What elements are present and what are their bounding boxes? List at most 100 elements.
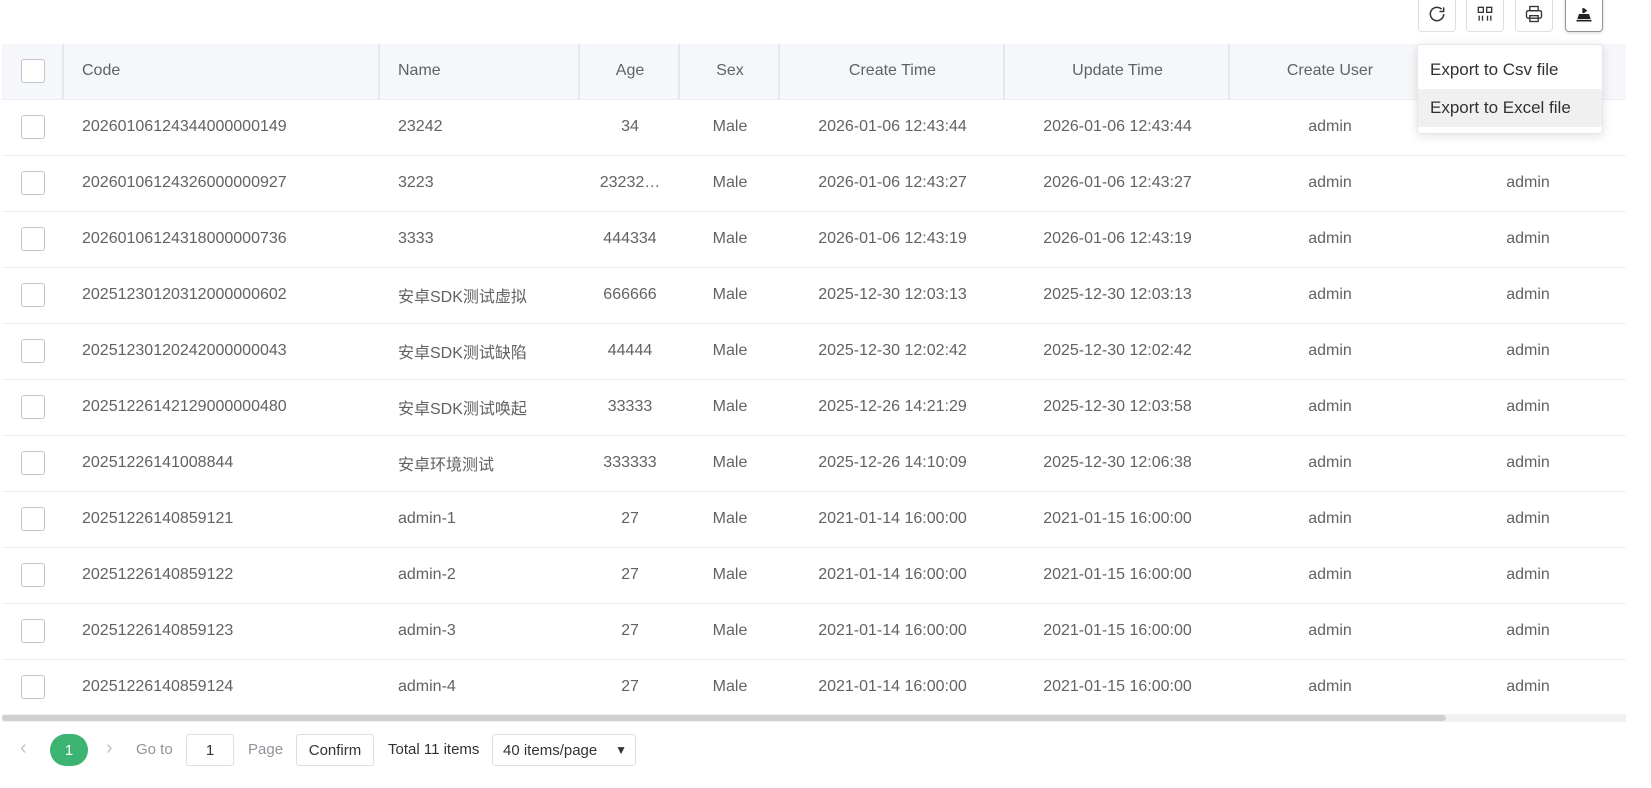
chevron-down-icon: ▼ xyxy=(615,743,627,757)
columns-button[interactable] xyxy=(1466,0,1504,32)
cell-name: 安卓SDK测试虚拟 xyxy=(380,267,580,324)
cell-update-user: admin xyxy=(1430,603,1626,660)
print-button[interactable] xyxy=(1515,0,1553,32)
table-row[interactable]: 20251226140859122 admin-2 27 Male 2021-01-14… xyxy=(2,547,1626,604)
cell-code: 20260106124318000000736 xyxy=(64,211,380,268)
row-checkbox[interactable] xyxy=(21,227,45,251)
row-checkbox[interactable] xyxy=(21,507,45,531)
header-update-time[interactable]: Update Time xyxy=(1005,44,1230,100)
cell-create-time: 2025-12-30 12:02:42 xyxy=(780,323,1005,380)
table-row[interactable]: 20251226140859121 admin-1 27 Male 2021-01-14… xyxy=(2,491,1626,548)
export-csv-option[interactable]: Export to Csv file xyxy=(1418,51,1602,89)
table-row[interactable]: 20251226142129000000480 安卓SDK测试唤起 33333 Mal… xyxy=(2,379,1626,436)
cell-sex: Male xyxy=(680,99,780,156)
table-row[interactable]: 20260106124318000000736 3333 444334 Male 202… xyxy=(2,211,1626,268)
row-checkbox-cell xyxy=(2,659,64,716)
table-row[interactable]: 20251230120242000000043 安卓SDK测试缺陷 44444 Mal… xyxy=(2,323,1626,380)
header-create-time[interactable]: Create Time xyxy=(780,44,1005,100)
cell-create-user: admin xyxy=(1230,155,1430,212)
cell-code: 20251230120242000000043 xyxy=(64,323,380,380)
cell-name: admin-2 xyxy=(380,547,580,604)
row-checkbox-cell xyxy=(2,491,64,548)
row-checkbox[interactable] xyxy=(21,115,45,139)
header-code-label: Code xyxy=(82,62,121,80)
header-sex-label: Sex xyxy=(716,62,744,80)
printer-icon xyxy=(1525,5,1543,23)
next-page-icon[interactable]: › xyxy=(106,737,113,760)
cell-code: 20260106124344000000149 xyxy=(64,99,380,156)
table-row[interactable]: 20260106124326000000927 3223 23232… Male 202… xyxy=(2,155,1626,212)
row-checkbox[interactable] xyxy=(21,339,45,363)
header-name-label: Name xyxy=(398,62,441,80)
cell-update-user: admin xyxy=(1430,435,1626,492)
page-size-select[interactable]: 40 items/page ▼ xyxy=(492,734,636,766)
cell-update-user: admin xyxy=(1430,379,1626,436)
row-checkbox[interactable] xyxy=(21,171,45,195)
cell-create-time: 2021-01-14 16:00:00 xyxy=(780,491,1005,548)
cell-create-time: 2021-01-14 16:00:00 xyxy=(780,547,1005,604)
pagination: ‹ 1 › Go to 1 Page Confirm Total 11 item… xyxy=(0,734,700,766)
row-checkbox[interactable] xyxy=(21,563,45,587)
header-age[interactable]: Age xyxy=(580,44,680,100)
cell-update-time: 2021-01-15 16:00:00 xyxy=(1005,659,1230,716)
cell-age: 23232… xyxy=(580,155,680,212)
cell-sex: Male xyxy=(680,547,780,604)
table-row[interactable]: 20251226140859123 admin-3 27 Male 2021-01-14… xyxy=(2,603,1626,660)
table-row[interactable]: 20251226140859124 admin-4 27 Male 2021-01-14… xyxy=(2,659,1626,716)
cell-update-time: 2026-01-06 12:43:19 xyxy=(1005,211,1230,268)
cell-name: 3223 xyxy=(380,155,580,212)
export-excel-option[interactable]: Export to Excel file xyxy=(1418,89,1602,127)
total-items: Total 11 items xyxy=(388,741,480,758)
cell-age: 27 xyxy=(580,659,680,716)
row-checkbox[interactable] xyxy=(21,619,45,643)
confirm-button[interactable]: Confirm xyxy=(296,734,374,766)
row-checkbox[interactable] xyxy=(21,283,45,307)
row-checkbox[interactable] xyxy=(21,395,45,419)
table-row[interactable]: 20251230120312000000602 安卓SDK测试虚拟 666666 Ma… xyxy=(2,267,1626,324)
cell-update-user: admin xyxy=(1430,491,1626,548)
header-code[interactable]: Code xyxy=(64,44,380,100)
scrollbar-thumb[interactable] xyxy=(2,715,1446,721)
cell-create-user: admin xyxy=(1230,547,1430,604)
table-row[interactable]: 20251226141008844 安卓环境测试 333333 Male 2025-12… xyxy=(2,435,1626,492)
export-button[interactable] xyxy=(1565,0,1603,32)
cell-sex: Male xyxy=(680,435,780,492)
row-checkbox-cell xyxy=(2,435,64,492)
cell-name: 安卓SDK测试唤起 xyxy=(380,379,580,436)
cell-update-time: 2025-12-30 12:03:58 xyxy=(1005,379,1230,436)
cell-code: 20260106124326000000927 xyxy=(64,155,380,212)
table-header-row: Code Name Age Sex Create Time Update Tim… xyxy=(2,44,1626,100)
cell-age: 27 xyxy=(580,603,680,660)
row-checkbox[interactable] xyxy=(21,675,45,699)
cell-create-user: admin xyxy=(1230,99,1430,156)
data-table: Code Name Age Sex Create Time Update Tim… xyxy=(2,44,1626,724)
page-label: Page xyxy=(248,741,284,758)
cell-update-time: 2026-01-06 12:43:27 xyxy=(1005,155,1230,212)
cell-create-user: admin xyxy=(1230,603,1430,660)
cell-age: 444334 xyxy=(580,211,680,268)
cell-create-time: 2021-01-14 16:00:00 xyxy=(780,603,1005,660)
cell-create-time: 2026-01-06 12:43:19 xyxy=(780,211,1005,268)
header-create-user[interactable]: Create User xyxy=(1230,44,1430,100)
header-sex[interactable]: Sex xyxy=(680,44,780,100)
horizontal-scrollbar[interactable] xyxy=(2,714,1626,722)
cell-name: admin-3 xyxy=(380,603,580,660)
goto-page-input[interactable]: 1 xyxy=(186,734,234,766)
row-checkbox-cell xyxy=(2,155,64,212)
prev-page-icon[interactable]: ‹ xyxy=(20,737,27,760)
cell-sex: Male xyxy=(680,267,780,324)
select-all-checkbox[interactable] xyxy=(21,59,45,84)
cell-update-user: admin xyxy=(1430,155,1626,212)
refresh-button[interactable] xyxy=(1418,0,1456,32)
header-update-time-label: Update Time xyxy=(1072,62,1163,80)
header-create-user-label: Create User xyxy=(1286,62,1374,80)
cell-sex: Male xyxy=(680,323,780,380)
cell-update-user: admin xyxy=(1430,267,1626,324)
cell-update-time: 2025-12-30 12:03:13 xyxy=(1005,267,1230,324)
table-row[interactable]: 20260106124344000000149 23242 34 Male 2026-0… xyxy=(2,99,1626,156)
cell-create-user: admin xyxy=(1230,379,1430,436)
header-age-label: Age xyxy=(615,62,645,80)
page-number-current[interactable]: 1 xyxy=(50,734,88,766)
row-checkbox[interactable] xyxy=(21,451,45,475)
header-name[interactable]: Name xyxy=(380,44,580,100)
